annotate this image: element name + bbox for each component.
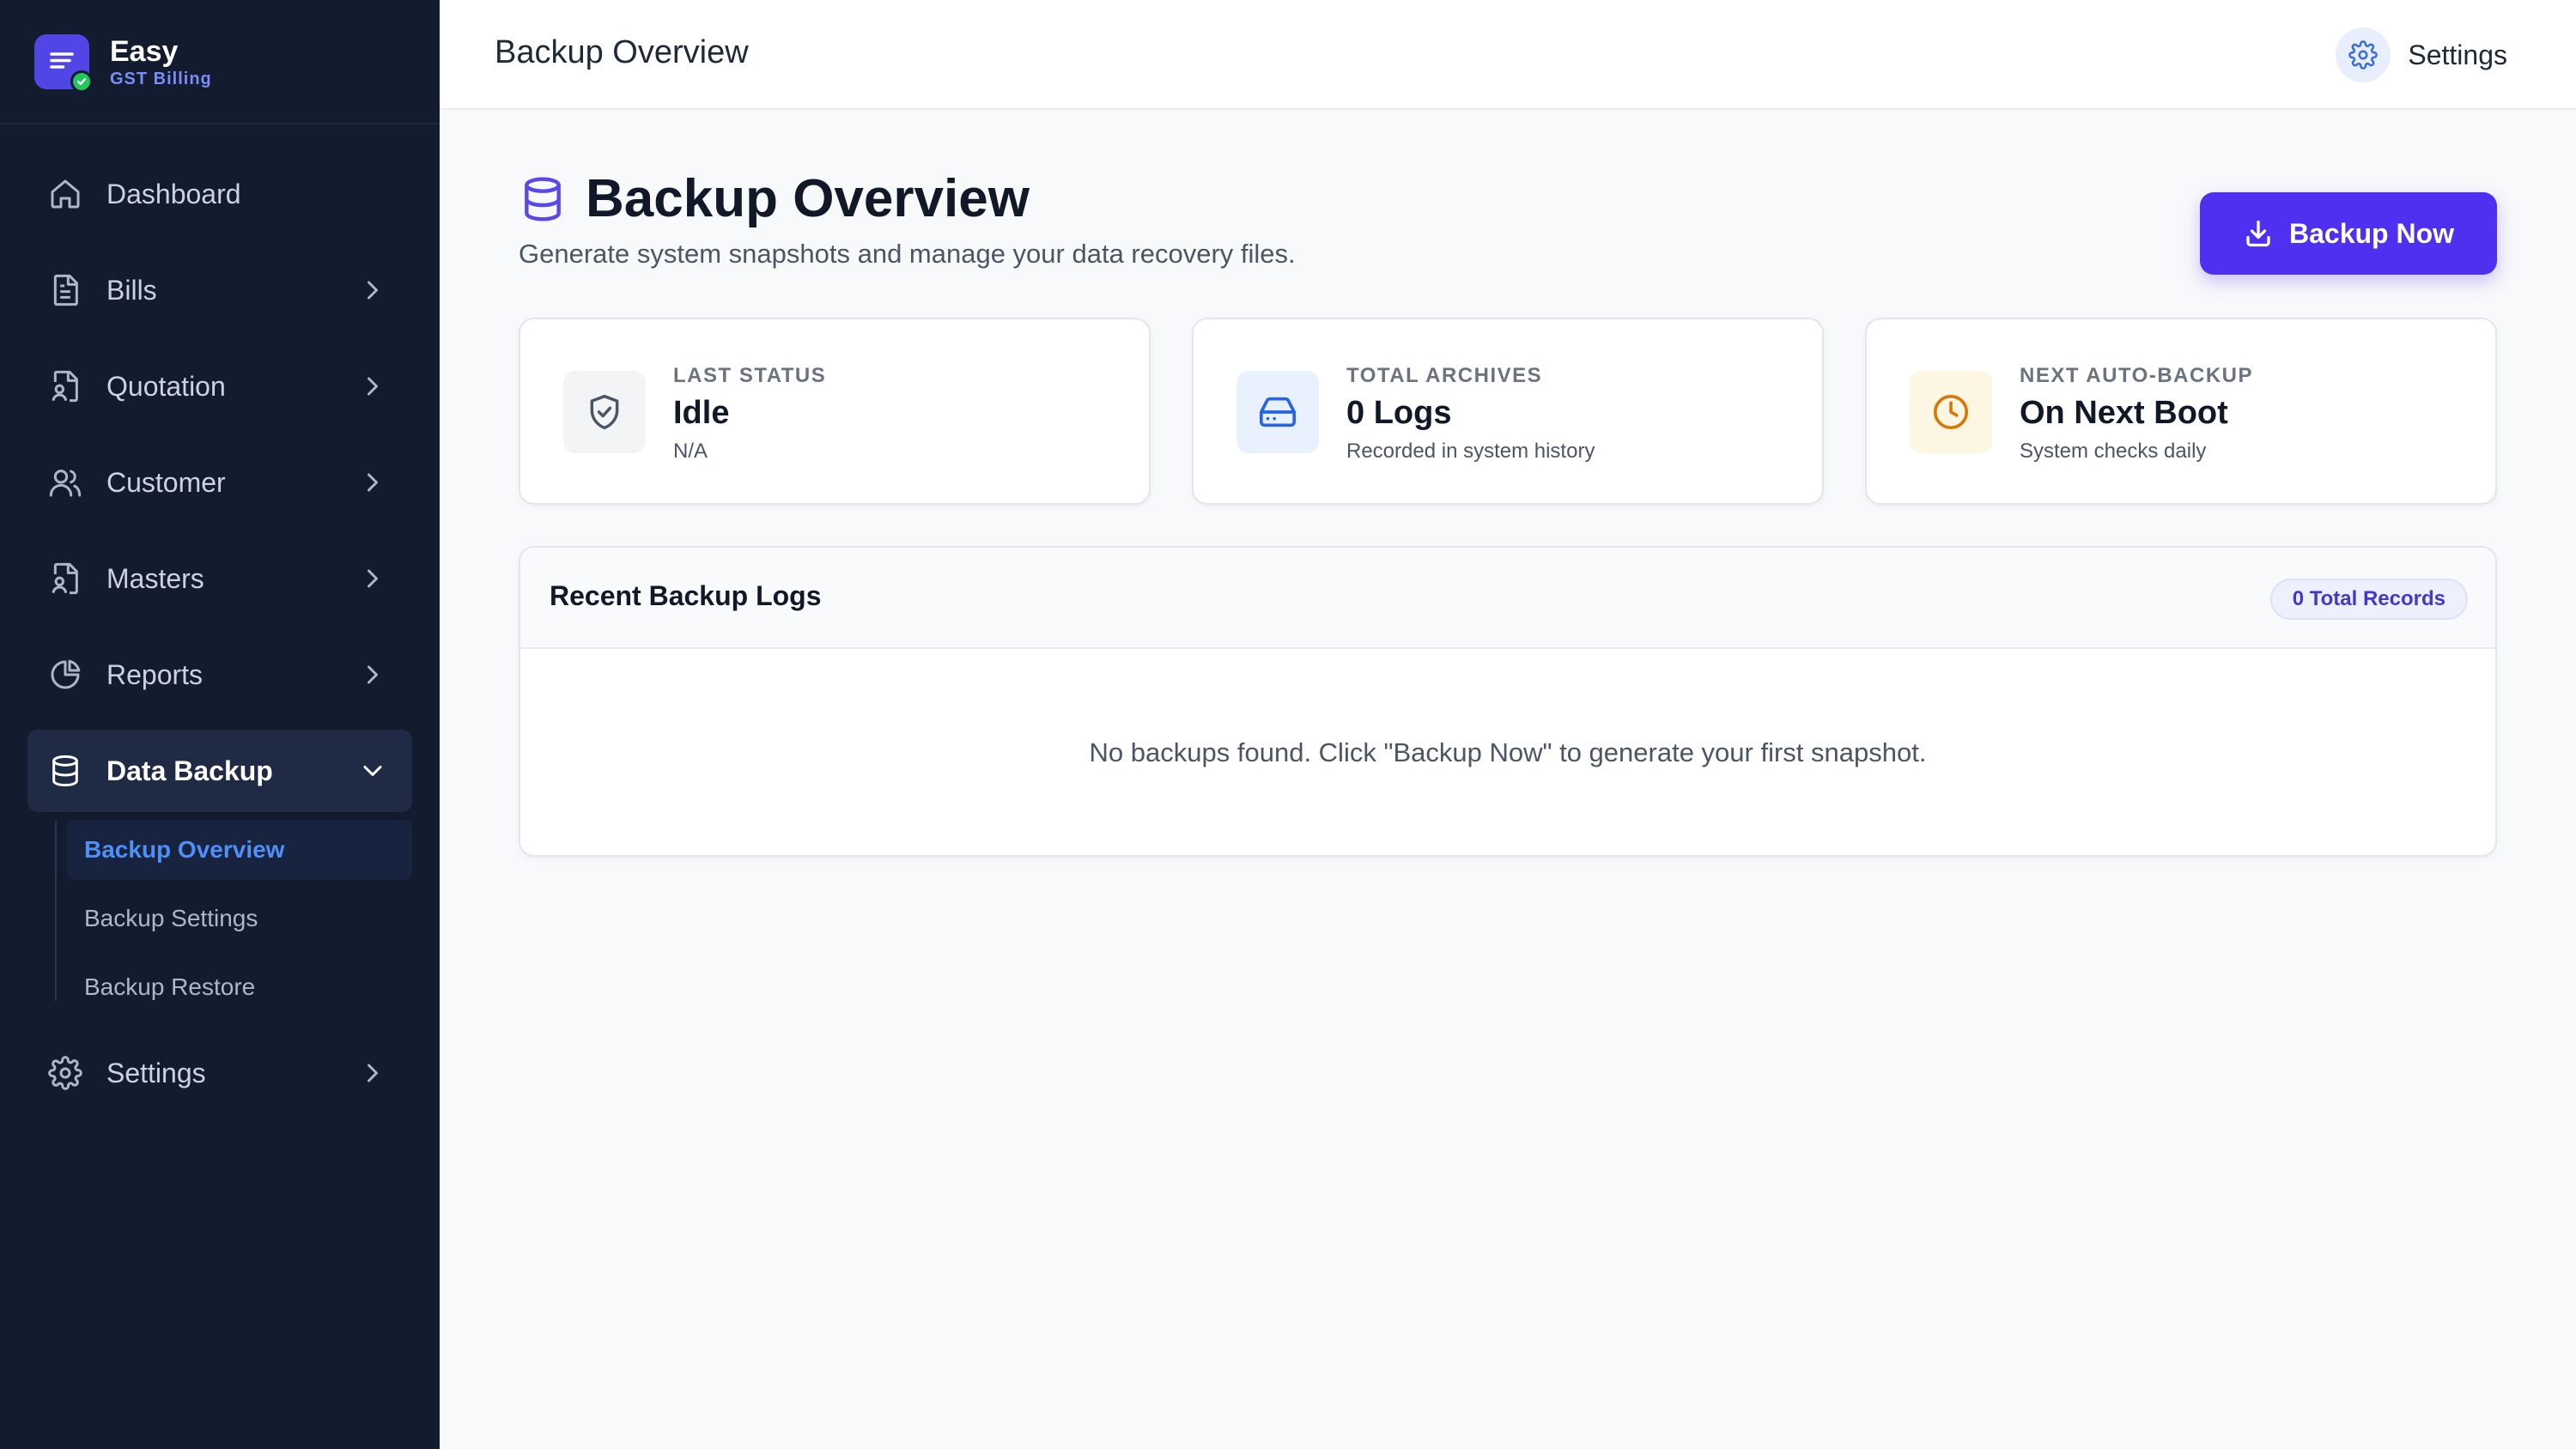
card-label: LAST STATUS: [673, 364, 827, 387]
sidebar-item-bills[interactable]: Bills: [27, 249, 412, 331]
recent-backup-logs-panel: Recent Backup Logs 0 Total Records No ba…: [519, 546, 2497, 857]
card-value: Idle: [673, 395, 730, 431]
subnav-divider: [55, 821, 57, 1001]
stat-card-total-archives: TOTAL ARCHIVES 0 Logs Recorded in system…: [1192, 318, 1824, 505]
total-records-badge: 0 Total Records: [2269, 579, 2468, 620]
top-header: Backup Overview Settings: [440, 0, 2576, 110]
sidebar-item-label: Masters: [106, 562, 204, 594]
sidebar-item-reports[interactable]: Reports: [27, 634, 412, 716]
sidebar: Easy GST Billing Dashboard Bills Quotati…: [0, 0, 440, 1449]
gear-icon: [2336, 27, 2391, 82]
sidebar-item-label: Settings: [106, 1057, 206, 1088]
chevron-right-icon: [357, 467, 388, 498]
card-value: On Next Boot: [2020, 395, 2228, 431]
header-settings-button[interactable]: Settings: [2336, 27, 2507, 82]
card-note: N/A: [673, 440, 708, 463]
document-icon: [48, 273, 82, 307]
backup-now-button[interactable]: Backup Now: [2200, 192, 2497, 275]
card-label: NEXT AUTO-BACKUP: [2020, 364, 2254, 387]
header-settings-label: Settings: [2408, 39, 2507, 70]
sidebar-item-label: Dashboard: [106, 178, 241, 209]
stat-card-last-status: LAST STATUS Idle N/A: [519, 318, 1151, 505]
logs-empty-message: No backups found. Click "Backup Now" to …: [1089, 737, 1927, 767]
shield-check-icon: [563, 371, 646, 453]
chevron-down-icon: [357, 755, 388, 786]
sidebar-item-label: Bills: [106, 274, 157, 306]
chevron-right-icon: [357, 563, 388, 594]
brand-name: Easy: [110, 34, 179, 68]
download-icon: [2246, 220, 2270, 247]
clock-icon: [1910, 371, 1992, 453]
file-person-icon: [48, 561, 82, 596]
card-note: System checks daily: [2020, 440, 2207, 463]
users-icon: [48, 465, 82, 500]
page-subtitle: Generate system snapshots and manage you…: [519, 239, 1296, 269]
chevron-right-icon: [357, 275, 388, 306]
card-value: 0 Logs: [1346, 395, 1452, 431]
sidebar-item-data-backup[interactable]: Data Backup: [27, 730, 412, 812]
subnav-item-backup-overview[interactable]: Backup Overview: [67, 820, 412, 880]
logs-panel-title: Recent Backup Logs: [550, 580, 822, 611]
card-note: Recorded in system history: [1346, 440, 1595, 463]
database-icon: [48, 754, 82, 788]
sidebar-item-label: Quotation: [106, 370, 226, 402]
pie-chart-icon: [48, 658, 82, 692]
sidebar-item-label: Data Backup: [106, 755, 273, 786]
sidebar-item-masters[interactable]: Masters: [27, 537, 412, 620]
brand[interactable]: Easy GST Billing: [0, 0, 440, 124]
home-icon: [48, 177, 82, 211]
card-label: TOTAL ARCHIVES: [1346, 364, 1543, 387]
check-badge-icon: [70, 70, 93, 93]
chevron-right-icon: [357, 371, 388, 402]
brand-subtitle: GST Billing: [110, 69, 212, 88]
logs-panel-header: Recent Backup Logs 0 Total Records: [520, 548, 2495, 649]
header-title: Backup Overview: [495, 34, 749, 70]
database-icon: [519, 173, 567, 225]
chevron-right-icon: [357, 1058, 388, 1088]
sidebar-item-settings[interactable]: Settings: [27, 1032, 412, 1114]
sidebar-item-label: Reports: [106, 658, 204, 690]
file-person-icon: [48, 369, 82, 403]
app-logo-icon: [34, 33, 93, 93]
page-heading: Backup Overview: [519, 168, 1030, 229]
sidebar-item-customer[interactable]: Customer: [27, 441, 412, 524]
gear-icon: [48, 1056, 82, 1090]
subnav-item-backup-restore[interactable]: Backup Restore: [67, 957, 412, 1017]
hard-drive-icon: [1236, 371, 1319, 453]
sidebar-item-dashboard[interactable]: Dashboard: [27, 153, 412, 235]
sidebar-item-quotation[interactable]: Quotation: [27, 345, 412, 427]
backup-now-label: Backup Now: [2288, 217, 2455, 249]
page-title: Backup Overview: [586, 169, 1030, 228]
sidebar-item-label: Customer: [106, 466, 226, 498]
chevron-right-icon: [357, 659, 388, 690]
stat-card-next-auto-backup: NEXT AUTO-BACKUP On Next Boot System che…: [1865, 318, 2497, 505]
subnav-item-backup-settings[interactable]: Backup Settings: [67, 888, 412, 949]
